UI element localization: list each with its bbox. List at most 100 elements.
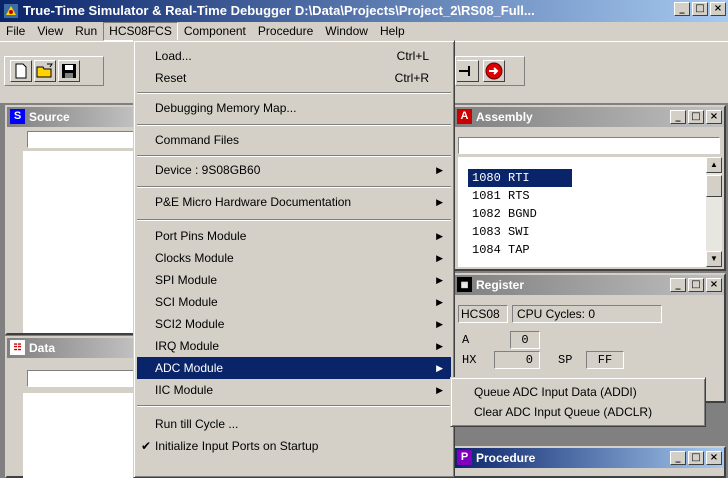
data-content[interactable] [23,393,135,478]
menu-run[interactable]: Run [69,22,103,41]
reg-a-label: A [462,333,470,347]
submenu-arrow-icon: ▶ [436,385,443,395]
register-minimize-button[interactable]: _ [670,278,686,292]
menu-procedure[interactable]: Procedure [252,22,319,41]
reg-hx-value[interactable]: 0 [494,351,540,369]
menu-item-init-ports[interactable]: ✔ Initialize Input Ports on Startup [137,435,451,457]
source-window: S Source [5,105,135,335]
reg-sp-label: SP [558,353,573,367]
halt-icon[interactable] [483,60,505,82]
data-field[interactable] [27,370,135,387]
menu-item-run-till-cycle[interactable]: Run till Cycle ... [137,413,451,435]
register-title: Register [476,278,525,292]
submenu-arrow-icon: ▶ [436,297,443,307]
procedure-maximize-button[interactable]: □ [688,451,704,465]
procedure-minimize-button[interactable]: _ [670,451,686,465]
menu-separator [137,219,451,221]
step-out-icon[interactable] [457,60,479,82]
menu-item-clear-adc[interactable]: Clear ADC Input Queue (ADCLR) [454,401,702,423]
menu-item-memory-map[interactable]: Debugging Memory Map... [137,97,451,119]
menu-item-reset[interactable]: Reset Ctrl+R [137,67,451,89]
assembly-line[interactable]: 1084 TAP [468,241,534,259]
assembly-address-field[interactable] [458,137,720,154]
close-button[interactable]: × [710,2,726,16]
menu-separator [137,92,451,94]
assembly-line[interactable]: 1083 SWI [468,223,534,241]
register-title-bar[interactable]: ▦ Register _ □ × [454,275,724,295]
data-window: ☷ Data [5,336,135,478]
menu-item-adc[interactable]: ADC Module ▶ [137,357,451,379]
reg-hx-label: HX [462,353,477,367]
data-title-bar[interactable]: ☷ Data [7,338,133,358]
new-file-icon[interactable] [10,60,32,82]
submenu-arrow-icon: ▶ [436,319,443,329]
data-title: Data [29,341,56,355]
menu-item-iic[interactable]: IIC Module ▶ [137,379,451,401]
source-title: Source [29,110,70,124]
menu-item-load[interactable]: Load... Ctrl+L [137,45,451,67]
menu-separator [137,405,451,407]
menu-file[interactable]: File [0,22,31,41]
open-folder-icon[interactable] [34,60,56,82]
menu-separator [137,186,451,188]
register-icon: ▦ [457,277,472,292]
menu-separator [137,155,451,157]
window-title: True-Time Simulator & Real-Time Debugger… [23,3,535,18]
menu-view[interactable]: View [31,22,69,41]
menu-component[interactable]: Component [178,22,252,41]
assembly-icon: A [457,109,472,124]
menu-help[interactable]: Help [374,22,411,41]
menu-item-sci2[interactable]: SCI2 Module ▶ [137,313,451,335]
maximize-button[interactable]: □ [692,2,708,16]
menu-window[interactable]: Window [319,22,374,41]
menu-item-clocks[interactable]: Clocks Module ▶ [137,247,451,269]
submenu-arrow-icon: ▶ [436,275,443,285]
adc-submenu: Queue ADC Input Data (ADDI) Clear ADC In… [450,377,706,427]
submenu-arrow-icon: ▶ [436,253,443,263]
procedure-icon: P [457,450,472,465]
assembly-close-button[interactable]: × [706,110,722,124]
source-title-bar[interactable]: S Source [7,107,133,127]
source-path-field[interactable] [27,131,135,148]
menu-item-command-files[interactable]: Command Files [137,129,451,151]
assembly-maximize-button[interactable]: □ [688,110,704,124]
assembly-line[interactable]: 1081 RTS [468,187,534,205]
menu-hcs08fcs[interactable]: HCS08FCS [103,22,178,41]
data-icon: ☷ [10,340,25,355]
menu-item-device[interactable]: Device : 9S08GB60 ▶ [137,159,451,181]
menu-item-irq[interactable]: IRQ Module ▶ [137,335,451,357]
procedure-close-button[interactable]: × [706,451,722,465]
procedure-title-bar[interactable]: P Procedure _ □ × [454,448,724,468]
assembly-window: A Assembly _ □ × 1080 RTI 1081 RTS 1082 … [452,105,726,271]
cpu-type: HCS08 [458,305,508,323]
save-icon[interactable] [58,60,80,82]
menu-item-pe-docs[interactable]: P&E Micro Hardware Documentation ▶ [137,191,451,213]
submenu-arrow-icon: ▶ [436,165,443,175]
scroll-up-icon[interactable]: ▲ [706,157,722,173]
menu-item-spi[interactable]: SPI Module ▶ [137,269,451,291]
assembly-scrollbar[interactable]: ▲ ▼ [706,157,722,267]
cpu-cycles: CPU Cycles: 0 [512,305,662,323]
submenu-arrow-icon: ▶ [436,341,443,351]
scroll-down-icon[interactable]: ▼ [706,251,722,267]
submenu-arrow-icon: ▶ [436,197,443,207]
menu-item-queue-adc[interactable]: Queue ADC Input Data (ADDI) [454,381,702,403]
assembly-title: Assembly [476,110,533,124]
menu-bar: File View Run HCS08FCS Component Procedu… [0,22,728,41]
assembly-minimize-button[interactable]: _ [670,110,686,124]
assembly-listing[interactable]: 1080 RTI 1081 RTS 1082 BGND 1083 SWI 108… [458,157,706,267]
register-close-button[interactable]: × [706,278,722,292]
reg-a-value[interactable]: 0 [510,331,540,349]
register-maximize-button[interactable]: □ [688,278,704,292]
app-icon[interactable] [3,3,19,19]
scroll-thumb[interactable] [706,175,722,197]
assembly-line[interactable]: 1080 RTI [468,169,572,187]
menu-item-port-pins[interactable]: Port Pins Module ▶ [137,225,451,247]
assembly-title-bar[interactable]: A Assembly _ □ × [454,107,724,127]
source-content[interactable] [23,151,135,333]
minimize-button[interactable]: _ [674,2,690,16]
checkmark-icon: ✔ [141,439,152,453]
menu-item-sci[interactable]: SCI Module ▶ [137,291,451,313]
reg-sp-value[interactable]: FF [586,351,624,369]
assembly-line[interactable]: 1082 BGND [468,205,541,223]
